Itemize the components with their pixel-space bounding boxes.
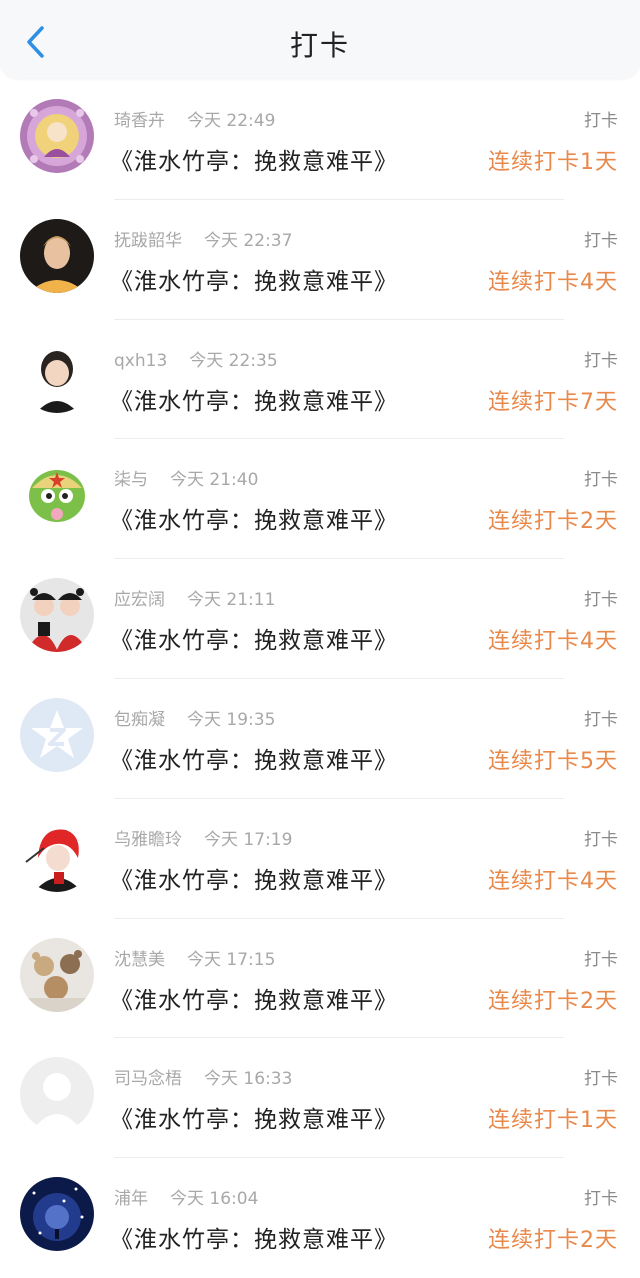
ornate-portrait-avatar[interactable] [20,99,94,173]
book-title[interactable]: 《淮水竹亭：挽救意难平》 [110,1100,398,1134]
user-name[interactable]: qxh13 [114,351,167,371]
checkin-label: 打卡 [584,470,618,491]
checkin-label: 打卡 [584,230,618,251]
timestamp: 今天 21:11 [187,590,276,611]
timestamp: 今天 22:35 [189,350,278,371]
list-item[interactable]: 司马念梧 今天 16:33 《淮水竹亭：挽救意难平》 打卡 连续打卡1天 [0,1038,640,1159]
list-item[interactable]: 柒与 今天 21:40 《淮水竹亭：挽救意难平》 打卡 连续打卡2天 [0,439,640,560]
green-frog-avatar[interactable] [20,458,94,533]
timestamp: 今天 19:35 [187,709,276,730]
two-girls-avatar[interactable] [20,578,94,653]
default-star-avatar[interactable] [20,697,94,772]
streak-text: 连续打卡4天 [488,629,618,655]
list-item[interactable]: 抚跋韶华 今天 22:37 《淮水竹亭：挽救意难平》 打卡 连续打卡4天 [0,200,640,320]
checkin-list: 琦香卉 今天 22:49 《淮水竹亭：挽救意难平》 打卡 连续打卡1天 抚跋韶华今… [0,80,640,1278]
user-name[interactable]: 应宏阔 [114,590,165,610]
galaxy-avatar[interactable] [20,1177,94,1252]
streak-text: 连续打卡2天 [488,988,618,1014]
book-title[interactable]: 《淮水竹亭：挽救意难平》 [110,142,398,176]
list-item[interactable]: 浦年 今天 16:04 《淮水竹亭：挽救意难平》 打卡 连续打卡2天 [0,1158,640,1278]
timestamp: 今天 16:04 [170,1189,259,1210]
list-item[interactable]: 沈慧美 今天 17:15 《淮水竹亭：挽救意难平》 打卡 连续打卡2天 [0,919,640,1039]
list-item[interactable]: 应宏阔 今天 21:11 《淮水竹亭：挽救意难平》 打卡 连续打卡4天 [0,559,640,679]
streak-text: 连续打卡1天 [488,1108,618,1134]
book-title[interactable]: 《淮水竹亭：挽救意难平》 [110,262,398,296]
book-title[interactable]: 《淮水竹亭：挽救意难平》 [110,621,398,655]
timestamp: 今天 17:19 [204,829,293,850]
streak-text: 连续打卡5天 [488,748,618,774]
book-title[interactable]: 《淮水竹亭：挽救意难平》 [110,861,398,895]
checkin-label: 打卡 [584,1069,618,1090]
list-item[interactable]: 乌雅瞻玲 今天 17:19 《淮水竹亭：挽救意难平》 打卡 连续打卡4天 [0,799,640,919]
user-name[interactable]: 浦年 [114,1189,148,1209]
user-name[interactable]: 沈慧美 [114,950,165,970]
cartoon-person-avatar[interactable] [20,338,94,413]
streak-text: 连续打卡4天 [488,269,618,295]
streak-text: 连续打卡4天 [488,868,618,894]
user-name[interactable]: 乌雅瞻玲 [114,830,182,850]
checkin-label: 打卡 [584,709,618,730]
person-photo-avatar[interactable] [20,218,94,293]
streak-text: 连续打卡7天 [488,389,618,415]
default-user-avatar[interactable] [20,1057,94,1132]
timestamp: 今天 16:33 [204,1069,293,1090]
book-title[interactable]: 《淮水竹亭：挽救意难平》 [110,981,398,1015]
list-item[interactable]: 琦香卉 今天 22:49 《淮水竹亭：挽救意难平》 打卡 连续打卡1天 [0,80,640,200]
streak-text: 连续打卡2天 [488,1228,618,1254]
book-title[interactable]: 《淮水竹亭：挽救意难平》 [110,382,398,416]
user-name[interactable]: 包痴凝 [114,710,165,730]
checkin-label: 打卡 [584,829,618,850]
teddy-bears-avatar[interactable] [20,937,94,1012]
user-name[interactable]: 琦香卉 [114,111,165,131]
user-name[interactable]: 司马念梧 [114,1069,182,1089]
timestamp: 今天 22:49 [187,111,276,131]
timestamp: 今天 21:40 [170,470,259,491]
user-name[interactable]: 柒与 [114,470,148,490]
book-title[interactable]: 《淮水竹亭：挽救意难平》 [110,501,398,535]
page-title: 打卡 [289,29,350,62]
timestamp: 今天 17:15 [187,949,276,970]
top-bar: 打卡 [0,0,640,78]
user-name[interactable]: 抚跋韶华 [114,231,182,251]
timestamp: 今天 22:37 [204,230,293,251]
streak-text: 连续打卡2天 [488,509,618,535]
book-title[interactable]: 《淮水竹亭：挽救意难平》 [110,1220,398,1254]
checkin-label: 打卡 [584,1189,618,1210]
checkin-label: 打卡 [584,949,618,970]
book-title[interactable]: 《淮水竹亭：挽救意难平》 [110,741,398,775]
streak-text: 连续打卡1天 [488,150,618,175]
list-item[interactable]: 包痴凝 今天 19:35 《淮水竹亭：挽救意难平》 打卡 连续打卡5天 [0,679,640,799]
checkin-label: 打卡 [584,111,618,131]
list-item[interactable]: qxh13 今天 22:35 《淮水竹亭：挽救意难平》 打卡 连续打卡7天 [0,320,640,440]
checkin-label: 打卡 [584,350,618,371]
red-hair-anime-avatar[interactable] [20,817,94,892]
checkin-label: 打卡 [584,590,618,611]
